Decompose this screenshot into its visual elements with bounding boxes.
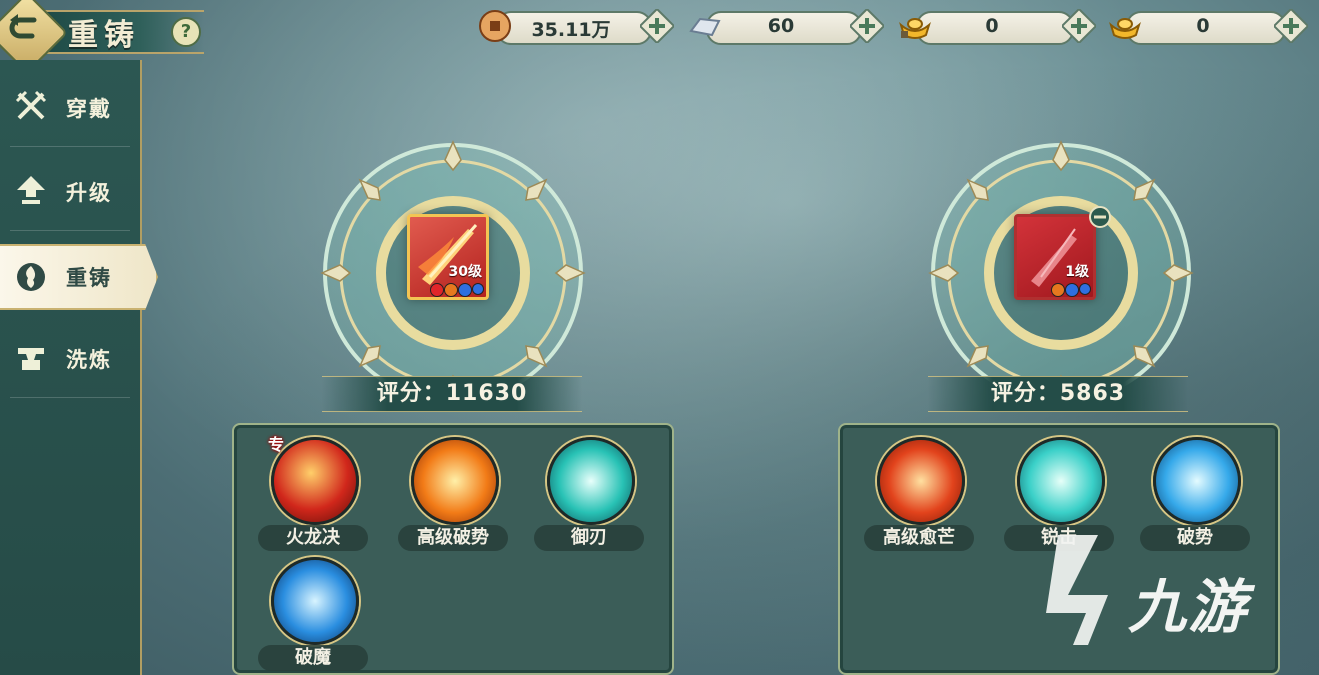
skill-name: 高级愈芒: [864, 525, 974, 551]
skill-slot[interactable]: 破魔: [258, 549, 368, 671]
sidebar-item-label: 重铸: [66, 266, 112, 290]
add-currency-button[interactable]: [1274, 9, 1308, 43]
skill-slot[interactable]: 御刃: [534, 429, 644, 551]
gem-slot: [430, 283, 444, 297]
gem-slot: [472, 283, 484, 295]
sidebar-item-label: 穿戴: [66, 97, 112, 121]
score-bar-right: 评分：5863: [928, 376, 1188, 412]
equipment-card-left[interactable]: 30级: [407, 214, 489, 300]
watermark-text: 九游: [1128, 573, 1249, 641]
exclusive-tag: 专: [268, 435, 285, 454]
skill-slot[interactable]: 高级愈芒: [864, 429, 974, 551]
sharp-strike-icon: [1017, 437, 1105, 525]
skill-panel-left: 专 火龙决 高级破势 御刃 破魔: [232, 423, 674, 675]
currency-copper: 35.11万: [478, 9, 674, 45]
gem-slot: [444, 283, 458, 297]
title-area: 重铸 ?: [0, 0, 210, 74]
upgrade-arrow-icon: [17, 176, 45, 204]
add-currency-button[interactable]: [1062, 9, 1096, 43]
currency-value: 0: [1196, 15, 1210, 37]
anvil-icon: [18, 348, 44, 370]
shield-blade-icon: [547, 437, 635, 525]
crossed-swords-icon: [15, 90, 47, 120]
skill-name: 高级破势: [398, 525, 508, 551]
currency-gold-locked: 0: [898, 9, 1096, 45]
fire-dragon-icon: [271, 437, 359, 525]
sidebar-item-label: 升级: [66, 181, 112, 205]
item-level: 1级: [1065, 264, 1089, 280]
score-text: 评分：11630: [376, 381, 528, 406]
gem-slot: [1051, 283, 1065, 297]
return-arrow-icon[interactable]: [6, 10, 46, 50]
skill-name: 御刃: [534, 525, 644, 551]
divider: [10, 146, 130, 147]
help-button[interactable]: ?: [171, 17, 201, 47]
ice-shatter-icon: [271, 557, 359, 645]
sidebar: 穿戴 升级 洗炼: [0, 60, 142, 675]
page-title: 重铸: [68, 18, 140, 53]
gem-slot: [1065, 283, 1079, 297]
currency-value: 35.11万: [531, 19, 611, 41]
score-text: 评分：5863: [990, 381, 1126, 406]
healing-cross-icon: [877, 437, 965, 525]
divider: [10, 230, 130, 231]
divider: [10, 397, 130, 398]
sidebar-item-reforge[interactable]: 重铸: [0, 244, 158, 310]
add-currency-button[interactable]: [640, 9, 674, 43]
add-currency-button[interactable]: [850, 9, 884, 43]
sidebar-item-label: 洗炼: [66, 348, 112, 372]
sidebar-item-anvil[interactable]: 洗炼: [0, 316, 140, 398]
remove-icon[interactable]: [1088, 205, 1112, 229]
flame-swirl-icon: [17, 263, 45, 291]
skill-name: 火龙决: [258, 525, 368, 551]
currency-silver: 60: [688, 9, 884, 45]
equipment-card-right[interactable]: 1级: [1014, 214, 1096, 300]
water-vortex-icon: [1153, 437, 1241, 525]
gem-slot: [458, 283, 472, 297]
skill-slot[interactable]: 高级破势: [398, 429, 508, 551]
sidebar-item-upgrade[interactable]: 升级: [0, 149, 140, 231]
currency-value: 0: [985, 15, 999, 37]
currency-value: 60: [767, 15, 795, 37]
gem-slot: [1079, 283, 1091, 295]
burst-sun-icon: [411, 437, 499, 525]
skill-name: 破魔: [258, 645, 368, 671]
score-bar-left: 评分：11630: [322, 376, 582, 412]
sidebar-item-wear[interactable]: 穿戴: [0, 65, 140, 147]
skill-slot[interactable]: 专 火龙决: [258, 429, 368, 551]
item-level: 30级: [448, 264, 482, 280]
currency-gold: 0: [1108, 9, 1308, 45]
